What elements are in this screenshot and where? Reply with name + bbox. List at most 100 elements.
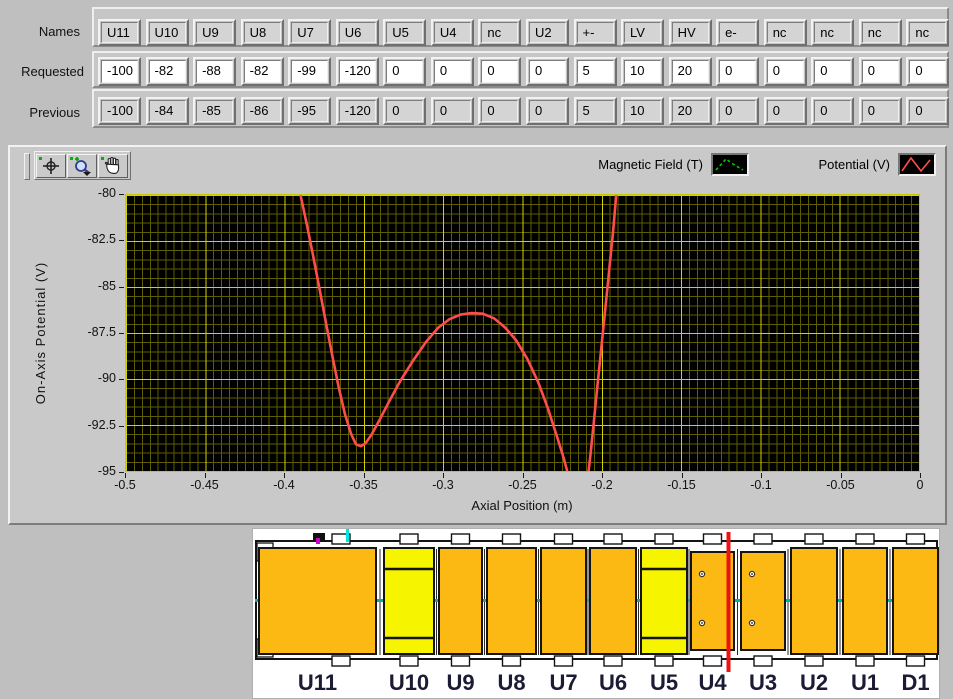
mounting-tab-bottom bbox=[855, 655, 875, 667]
cell-value: e- bbox=[719, 22, 757, 43]
cell-value[interactable]: 20 bbox=[671, 60, 709, 83]
requested-input-nc-15[interactable]: 0 bbox=[811, 57, 855, 86]
mounting-tab-bottom bbox=[905, 655, 926, 667]
cell-value: nc bbox=[909, 22, 947, 43]
name-cell-U9-2: U9 bbox=[193, 19, 237, 46]
electrode-label-U3: U3 bbox=[749, 670, 777, 695]
requested-input-U7-4[interactable]: -99 bbox=[288, 57, 332, 86]
cell-value[interactable]: 0 bbox=[909, 60, 947, 83]
previous-cell-U2-9: 0 bbox=[525, 97, 569, 125]
cell-value[interactable]: 0 bbox=[814, 60, 852, 83]
zoom-tool-button[interactable] bbox=[67, 153, 97, 178]
cell-value: 10 bbox=[624, 100, 662, 122]
mounting-tab-top bbox=[753, 533, 773, 545]
electrode-schematic: U11 U10 U9 U8 U7 U6 U5 U4 U3 U2 U1 D1 bbox=[252, 528, 940, 699]
mounting-tab-top bbox=[905, 533, 926, 545]
requested-input-U6-5[interactable]: -120 bbox=[335, 57, 379, 86]
cell-value[interactable]: 0 bbox=[766, 60, 804, 83]
electrode-label-U11: U11 bbox=[298, 670, 337, 695]
previous-cell-LV-11: 10 bbox=[621, 97, 665, 125]
y-tick-label: -85 bbox=[97, 278, 116, 293]
mounting-tab-bottom bbox=[603, 655, 623, 667]
cell-value: LV bbox=[624, 22, 662, 43]
cell-value[interactable]: 0 bbox=[719, 60, 757, 83]
requested-input-e-13[interactable]: 0 bbox=[716, 57, 760, 86]
cell-value[interactable]: 0 bbox=[861, 60, 899, 83]
previous-cell-U6-5: -120 bbox=[335, 97, 379, 125]
mounting-tab-top bbox=[603, 533, 623, 545]
potential-line-sample-icon bbox=[901, 156, 931, 173]
cell-value[interactable]: -120 bbox=[338, 60, 376, 83]
y-tick-mark bbox=[119, 379, 124, 381]
name-cell-U8-3: U8 bbox=[240, 19, 284, 46]
previous-cell-U8-3: -86 bbox=[240, 97, 284, 125]
requested-input-U10-1[interactable]: -82 bbox=[145, 57, 189, 86]
cell-value[interactable]: 0 bbox=[386, 60, 424, 83]
cell-value: U5 bbox=[386, 22, 424, 43]
requested-input-U8-3[interactable]: -82 bbox=[240, 57, 284, 86]
toolbar-handle[interactable] bbox=[24, 153, 30, 180]
requested-input--10[interactable]: 5 bbox=[573, 57, 617, 86]
cell-value[interactable]: -88 bbox=[196, 60, 234, 83]
mounting-tab-top bbox=[450, 533, 471, 545]
electrode-U1 bbox=[842, 547, 888, 655]
cell-value[interactable]: -99 bbox=[291, 60, 329, 83]
cell-value[interactable]: 5 bbox=[576, 60, 614, 83]
electrode-label-U1: U1 bbox=[851, 670, 879, 695]
requested-input-LV-11[interactable]: 10 bbox=[621, 57, 665, 86]
y-tick-label: -95 bbox=[97, 464, 116, 478]
requested-input-nc-16[interactable]: 0 bbox=[858, 57, 902, 86]
names-row: U11 U10 U9 U8 U7 U6 U5 U4 nc U2 +- LV HV e-nc nc nc nc bbox=[92, 7, 950, 47]
electrode-D1 bbox=[892, 547, 939, 655]
legend-potential-swatch[interactable] bbox=[898, 153, 936, 176]
electrode-U9 bbox=[438, 547, 483, 655]
cell-value[interactable]: -82 bbox=[148, 60, 186, 83]
requested-input-U4-7[interactable]: 0 bbox=[430, 57, 474, 86]
cell-value: 0 bbox=[814, 100, 852, 122]
legend-magnetic-field-swatch[interactable] bbox=[711, 153, 749, 176]
cell-value[interactable]: 0 bbox=[433, 60, 471, 83]
requested-input-HV-12[interactable]: 20 bbox=[668, 57, 712, 86]
electrode-U7 bbox=[540, 547, 587, 655]
cell-value: 0 bbox=[719, 100, 757, 122]
requested-input-U5-6[interactable]: 0 bbox=[383, 57, 427, 86]
previous-cell-nc-14: 0 bbox=[763, 97, 807, 125]
electrode-label-U6: U6 bbox=[599, 670, 627, 695]
cell-value: 5 bbox=[576, 100, 614, 122]
name-cell-LV-11: LV bbox=[621, 19, 665, 46]
requested-input-nc-17[interactable]: 0 bbox=[906, 57, 950, 86]
cell-value[interactable]: -100 bbox=[101, 60, 138, 83]
previous-cell--10: 5 bbox=[573, 97, 617, 125]
name-cell-U10-1: U10 bbox=[145, 19, 189, 46]
name-cell-nc-8: nc bbox=[478, 19, 522, 46]
cell-value: U11 bbox=[101, 22, 138, 43]
requested-input-nc-8[interactable]: 0 bbox=[478, 57, 522, 86]
cell-value[interactable]: 10 bbox=[624, 60, 662, 83]
mounting-tab-bottom bbox=[501, 655, 522, 667]
cell-value[interactable]: 0 bbox=[481, 60, 519, 83]
requested-input-U2-9[interactable]: 0 bbox=[525, 57, 569, 86]
name-cell-U4-7: U4 bbox=[430, 19, 474, 46]
electrode-U6 bbox=[589, 547, 637, 655]
cell-value: nc bbox=[814, 22, 852, 43]
cell-value[interactable]: 0 bbox=[528, 60, 566, 83]
cell-value[interactable]: -82 bbox=[243, 60, 281, 83]
crosshair-tool-button[interactable] bbox=[36, 153, 66, 178]
previous-cell-e-13: 0 bbox=[716, 97, 760, 125]
mounting-tab-bottom bbox=[804, 655, 824, 667]
requested-input-U9-2[interactable]: -88 bbox=[193, 57, 237, 86]
previous-cell-nc-15: 0 bbox=[811, 97, 855, 125]
cell-value: U4 bbox=[433, 22, 471, 43]
pan-hand-tool-button[interactable] bbox=[98, 153, 128, 178]
name-cell-U6-5: U6 bbox=[335, 19, 379, 46]
previous-cell-nc-8: 0 bbox=[478, 97, 522, 125]
mounting-tab-top bbox=[702, 533, 723, 545]
mounting-tab-top bbox=[399, 533, 419, 545]
xy-plot-area[interactable] bbox=[125, 194, 920, 472]
x-tick-label: -0.35 bbox=[349, 478, 378, 492]
potential-curve bbox=[299, 195, 618, 471]
electrode-label-U5: U5 bbox=[650, 670, 678, 695]
requested-input-nc-14[interactable]: 0 bbox=[763, 57, 807, 86]
mounting-tab-bottom bbox=[331, 655, 351, 667]
requested-input-U11-0[interactable]: -100 bbox=[98, 57, 141, 86]
